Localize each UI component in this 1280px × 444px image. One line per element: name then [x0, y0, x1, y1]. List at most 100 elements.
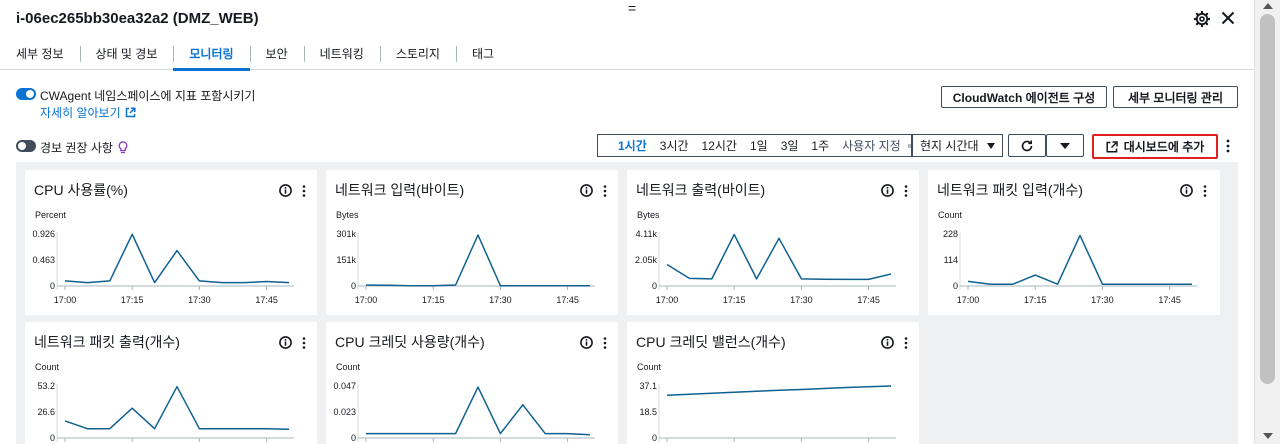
series-line — [365, 234, 590, 287]
x-tick-label: 17:45 — [1158, 295, 1181, 305]
caret-down-icon — [1060, 142, 1070, 149]
series-line — [967, 234, 1192, 285]
close-icon[interactable] — [1221, 11, 1235, 25]
x-tick-label: 17:45 — [556, 295, 579, 305]
tab-storage[interactable]: 스토리지 — [379, 40, 456, 69]
y-tick-label: 26.6 — [37, 407, 55, 417]
metric-card-packets-out: 네트워크 패킷 출력(개수) Count 53.2 26.6 0 — [25, 322, 317, 444]
metric-chart: Count 228 114 0 17:00 17:15 17:30 17:45 — [938, 210, 1197, 305]
y-unit-label: Bytes — [336, 210, 359, 220]
timezone-value: 현지 시간대 — [920, 139, 979, 153]
series-line — [64, 233, 290, 284]
tab-networking[interactable]: 네트워킹 — [303, 40, 380, 69]
tab-monitoring[interactable]: 모니터링 — [173, 40, 250, 71]
series-line — [666, 385, 892, 397]
x-tick-label: 17:00 — [355, 295, 378, 305]
cwagent-label: CWAgent 네임스페이스에 지표 포함시키기 — [40, 89, 256, 103]
cloudwatch-agent-config-button[interactable]: CloudWatch 에이전트 구성 — [941, 86, 1107, 108]
metric-card-network-out: 네트워크 출력(바이트) Bytes 4.11k 2.05k 0 17:00 17:15 1… — [627, 170, 919, 315]
metric-card-network-in: 네트워크 입력(바이트) Bytes 301k 151k 0 17:00 17:15 17:… — [326, 170, 618, 315]
refresh-options-dropdown[interactable] — [1046, 134, 1084, 157]
y-tick-label: 228 — [943, 229, 958, 239]
range-1d[interactable]: 1일 — [750, 137, 768, 154]
external-link-icon — [1106, 140, 1118, 153]
series-line — [64, 385, 290, 430]
y-tick-label: 37.1 — [639, 381, 657, 391]
alarm-recommendation-text: 경보 권장 사항 — [40, 141, 113, 155]
metric-chart: Count 53.2 26.6 0 — [35, 362, 294, 443]
instance-title: i-06ec265bb30ea32a2 (DMZ_WEB) — [16, 10, 259, 27]
y-unit-label: Count — [637, 362, 662, 372]
more-options-icon[interactable] — [1224, 138, 1232, 154]
y-tick-label: 0.926 — [32, 229, 55, 239]
drag-handle[interactable]: = — [628, 0, 636, 16]
panel-header: i-06ec265bb30ea32a2 (DMZ_WEB) = — [0, 0, 1254, 38]
toggle-knob — [18, 142, 26, 150]
metric-chart: Percent 0.926 0.463 0 17:00 17:15 17:30 17:45 — [32, 210, 294, 305]
cwagent-toggle[interactable] — [16, 88, 36, 100]
timezone-select[interactable]: 현지 시간대 — [912, 134, 1003, 157]
y-unit-label: Count — [35, 362, 60, 372]
tab-status-alarms[interactable]: 상태 및 경보 — [79, 40, 174, 69]
y-tick-label: 0 — [652, 433, 657, 443]
gear-icon[interactable] — [1194, 11, 1210, 27]
metric-card-cpu-credit-balance: CPU 크레딧 밸런스(개수) Count 37.1 18.5 0 — [627, 322, 919, 444]
y-unit-label: Percent — [35, 210, 67, 220]
x-tick-label: 17:30 — [1091, 295, 1114, 305]
y-tick-label: 0 — [953, 281, 958, 291]
y-tick-label: 0 — [652, 281, 657, 291]
tab-security[interactable]: 보안 — [249, 40, 304, 69]
lightbulb-icon — [118, 141, 128, 154]
x-tick-label: 17:00 — [957, 295, 980, 305]
y-unit-label: Count — [336, 362, 361, 372]
x-tick-label: 17:15 — [422, 295, 445, 305]
range-3h[interactable]: 3시간 — [660, 137, 689, 154]
range-3d[interactable]: 3일 — [781, 137, 799, 154]
x-tick-label: 17:15 — [1024, 295, 1047, 305]
y-tick-label: 301k — [336, 229, 356, 239]
y-tick-label: 2.05k — [635, 255, 658, 265]
y-tick-label: 114 — [944, 255, 958, 265]
metric-chart: Count 37.1 18.5 0 — [637, 362, 896, 443]
x-tick-label: 17:15 — [121, 295, 144, 305]
page-scrollbar[interactable] — [1254, 0, 1280, 444]
scroll-thumb[interactable] — [1260, 14, 1275, 384]
y-unit-label: Count — [938, 210, 963, 220]
metric-chart: Count 0.047 0.023 0 — [333, 362, 595, 443]
metric-card-packets-in: 네트워크 패킷 입력(개수) Count 228 114 0 17:00 17:15 17:… — [928, 170, 1220, 315]
x-tick-label: 17:45 — [857, 295, 880, 305]
add-to-dashboard-button[interactable]: 대시보드에 추가 — [1092, 134, 1218, 159]
x-tick-label: 17:00 — [54, 295, 77, 305]
range-12h[interactable]: 12시간 — [702, 137, 737, 154]
y-tick-label: 0 — [50, 281, 55, 291]
x-tick-label: 17:30 — [790, 295, 813, 305]
y-tick-label: 0 — [351, 281, 356, 291]
scroll-down-arrow[interactable] — [1263, 433, 1273, 439]
range-1h[interactable]: 1시간 — [618, 137, 647, 154]
scroll-up-arrow[interactable] — [1263, 3, 1273, 9]
metric-chart: Bytes 301k 151k 0 17:00 17:15 17:30 17:45 — [336, 210, 595, 305]
refresh-button[interactable] — [1008, 134, 1046, 157]
tab-tags[interactable]: 태그 — [455, 40, 510, 69]
metric-card-cpu-utilization: CPU 사용률(%) Percent 0.926 0.463 0 17:00 17:15 1… — [25, 170, 317, 315]
calendar-icon[interactable] — [907, 140, 911, 152]
metric-chart: Bytes 4.11k 2.05k 0 17:00 17:15 17:30 17:45 — [635, 210, 896, 305]
y-tick-label: 0.023 — [333, 407, 356, 417]
y-tick-label: 53.2 — [37, 381, 55, 391]
y-tick-label: 0.047 — [333, 381, 356, 391]
time-range-selector: 1시간 3시간 12시간 1일 3일 1주 사용자 지정 — [597, 134, 912, 157]
range-custom[interactable]: 사용자 지정 — [842, 137, 901, 154]
tab-details[interactable]: 세부 정보 — [0, 40, 80, 69]
alarm-recommendation-toggle[interactable] — [16, 140, 36, 152]
toggle-knob — [26, 90, 34, 98]
external-link-icon — [125, 107, 136, 118]
y-unit-label: Bytes — [637, 210, 660, 220]
x-tick-label: 17:30 — [188, 295, 211, 305]
learn-more-link[interactable]: 자세히 알아보기 — [40, 104, 136, 121]
alarm-recommendation-label: 경보 권장 사항 — [40, 139, 128, 156]
y-tick-label: 18.5 — [639, 407, 657, 417]
x-tick-label: 17:00 — [656, 295, 679, 305]
x-tick-label: 17:30 — [489, 295, 512, 305]
range-1w[interactable]: 1주 — [811, 137, 829, 154]
detailed-monitoring-button[interactable]: 세부 모니터링 관리 — [1113, 86, 1238, 108]
